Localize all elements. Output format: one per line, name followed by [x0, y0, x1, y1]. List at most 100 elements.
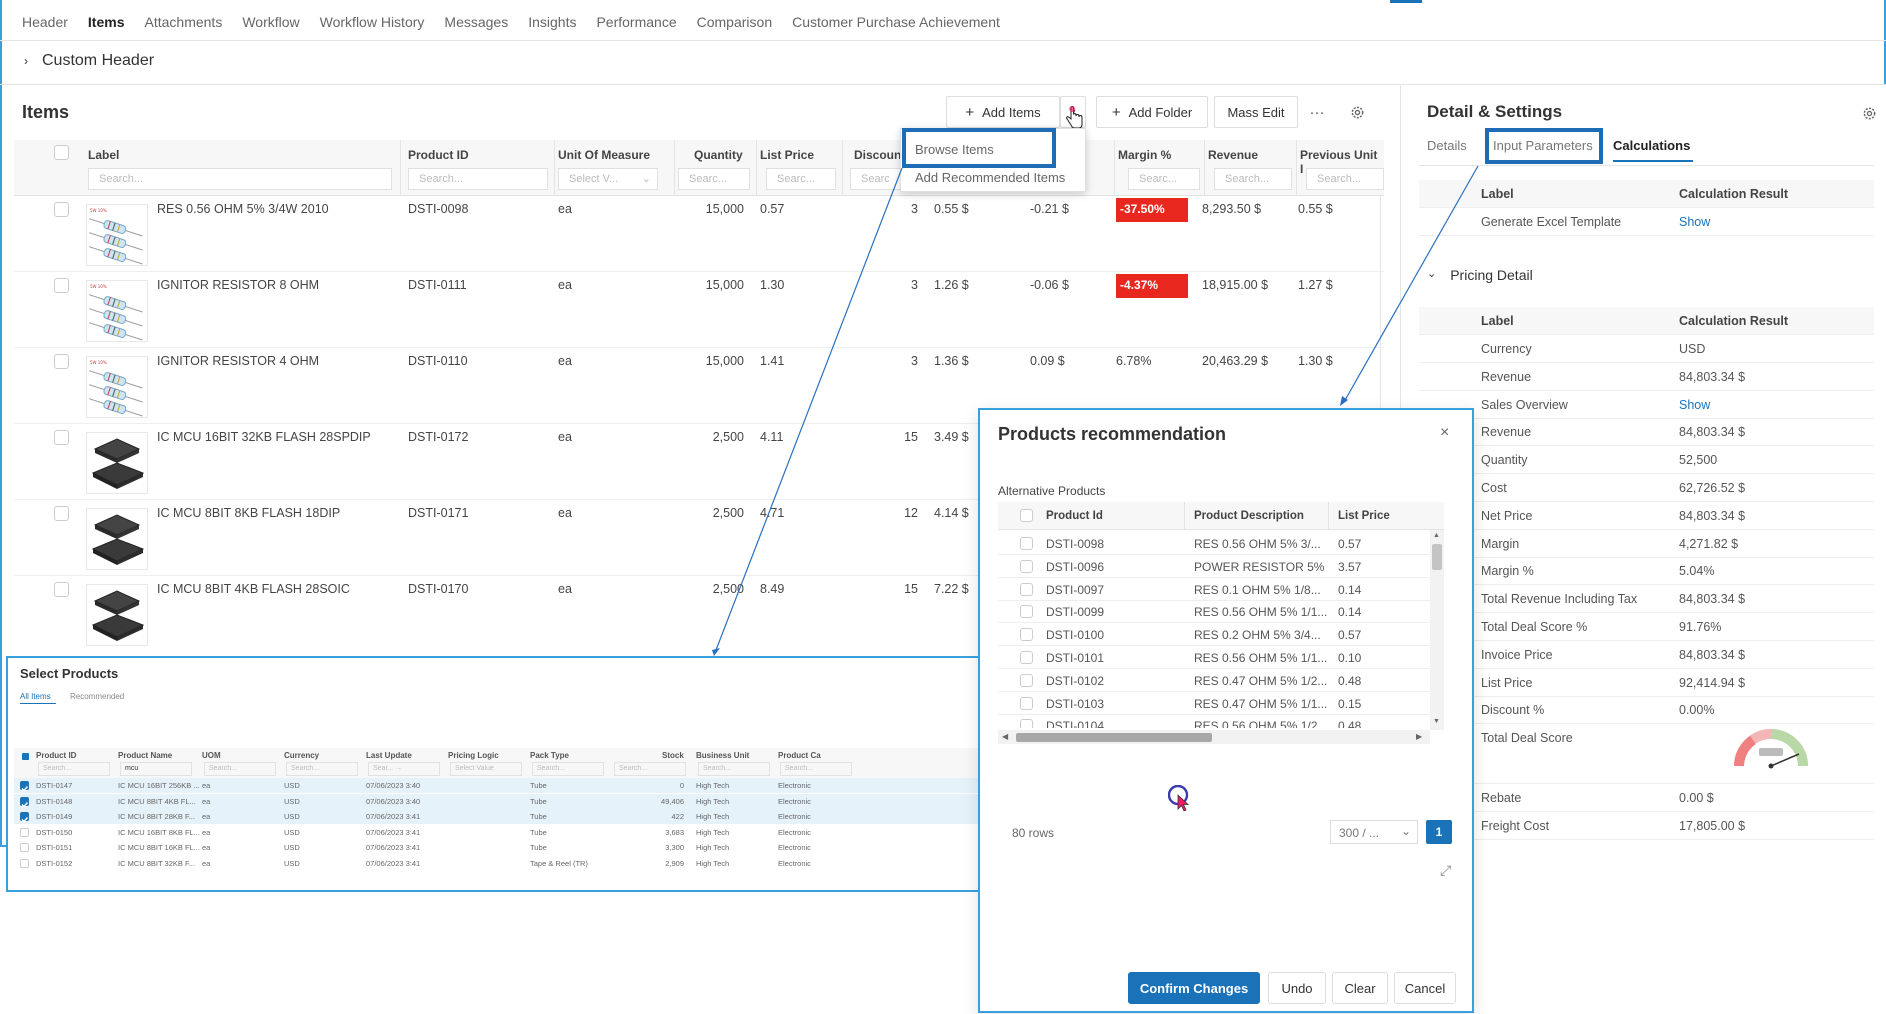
cell-date: 07/06/2023 3:41 — [366, 858, 421, 868]
row-checkbox[interactable] — [20, 843, 29, 852]
cell-date: 07/06/2023 3:41 — [366, 827, 421, 837]
clear-button[interactable]: Clear — [1332, 972, 1388, 1004]
filter-input[interactable]: Search... — [698, 762, 770, 776]
row-checkbox[interactable] — [20, 781, 29, 792]
undo-button[interactable]: Undo — [1268, 972, 1326, 1004]
col-header[interactable]: Product Name — [118, 751, 172, 760]
alternative-product-row[interactable]: DSTI-0103 RES 0.47 OHM 5% 1/1... 0.15 — [998, 692, 1430, 715]
cell-uom: ea — [202, 858, 211, 868]
modal-title: Products recommendation — [998, 424, 1227, 444]
select-all-checkbox[interactable] — [22, 753, 29, 760]
tab-all-items[interactable]: All Items — [20, 692, 51, 701]
alternative-product-row[interactable]: DSTI-0099 RES 0.56 OHM 5% 1/1... 0.14 — [998, 600, 1430, 624]
row-checkbox[interactable] — [20, 858, 29, 868]
row-checkbox[interactable] — [1020, 696, 1033, 710]
scroll-up-icon[interactable]: ▲ — [1433, 532, 1440, 539]
product-id: DSTI-0103 — [1046, 696, 1105, 711]
filter-input[interactable]: Search... — [532, 762, 604, 776]
filter-input[interactable]: Search... — [780, 762, 852, 776]
product-description: RES 0.56 OHM 5% 1/1... — [1194, 651, 1328, 665]
cell-bu: High Tech — [696, 858, 730, 868]
alternative-product-row[interactable]: DSTI-0100 RES 0.2 OHM 5% 3/4... 0.57 — [998, 623, 1430, 647]
cell-bu: High Tech — [696, 812, 730, 821]
product-id: DSTI-0097 — [1046, 582, 1105, 597]
filter-input[interactable]: mcu — [120, 762, 192, 776]
horizontal-scrollbar[interactable]: ◀ ▶ — [998, 730, 1430, 744]
alternative-product-row[interactable]: DSTI-0098 RES 0.56 OHM 5% 3/... 0.57 — [998, 532, 1430, 555]
row-checkbox[interactable] — [20, 796, 29, 808]
row-checkbox[interactable] — [1020, 559, 1033, 573]
col-header[interactable]: Product ID — [36, 751, 76, 760]
alternative-product-row[interactable]: DSTI-0104 RES 0.56 OHM 5% 1/2... 0.48 — [998, 714, 1430, 728]
confirm-changes-button[interactable]: Confirm Changes — [1128, 972, 1260, 1004]
row-checkbox[interactable] — [1020, 651, 1033, 664]
scrollbar-thumb[interactable] — [1016, 733, 1212, 742]
expand-icon[interactable]: ⤢ — [1440, 862, 1451, 879]
row-checkbox[interactable] — [1020, 628, 1033, 642]
col-header[interactable]: Stock — [662, 751, 684, 760]
filter-input[interactable]: Sear... → — [368, 762, 440, 776]
col-header[interactable]: Product Id — [1046, 510, 1103, 522]
filter-input[interactable]: Search... — [286, 762, 358, 776]
product-id: DSTI-0098 — [1046, 537, 1105, 551]
row-checkbox[interactable] — [1020, 537, 1033, 550]
page-1-button[interactable]: 1 — [1426, 820, 1452, 844]
product-id: DSTI-0102 — [1046, 673, 1105, 688]
list-price: 0.14 — [1338, 605, 1362, 620]
row-checkbox[interactable] — [20, 812, 29, 823]
row-checkbox[interactable] — [20, 827, 29, 837]
page-size-value: 300 / ... — [1339, 826, 1380, 840]
col-header[interactable]: UOM — [202, 751, 221, 760]
alternative-product-row[interactable]: DSTI-0101 RES 0.56 OHM 5% 1/1... 0.10 — [998, 646, 1430, 669]
product-id: DSTI-0101 — [1046, 651, 1105, 665]
cell-cat: Electronic — [778, 858, 811, 868]
col-header[interactable]: Business Unit — [696, 751, 749, 760]
scrollbar-thumb[interactable] — [1432, 544, 1442, 570]
page-size-select[interactable]: 300 / ... ⌄ — [1330, 820, 1418, 844]
cell-cur: USD — [284, 827, 300, 837]
col-header[interactable]: Currency — [284, 751, 319, 760]
col-header[interactable]: Pack Type — [530, 751, 569, 760]
tab-recommended[interactable]: Recommended — [70, 692, 124, 701]
alternative-product-row[interactable]: DSTI-0102 RES 0.47 OHM 5% 1/2... 0.48 — [998, 669, 1430, 692]
filter-input[interactable]: Select Value — [450, 762, 522, 776]
cancel-button[interactable]: Cancel — [1394, 972, 1456, 1004]
cell-uom: ea — [202, 812, 211, 821]
cell-name: IC MCU 16BIT 8KB FL... — [118, 827, 200, 837]
cell-uom: ea — [202, 827, 211, 837]
connector-line — [1343, 165, 1479, 403]
cell-name: IC MCU 8BIT 4KB FL... — [118, 796, 196, 806]
cell-name: IC MCU 8BIT 32KB F... — [118, 858, 195, 868]
col-header[interactable]: Product Description — [1194, 510, 1304, 522]
filter-input[interactable]: Search... — [614, 762, 686, 776]
col-header[interactable]: List Price — [1338, 510, 1390, 522]
select-products-panel: Select Products All Items Recommended Pr… — [6, 656, 1066, 892]
list-price: 0.48 — [1338, 673, 1362, 688]
cell-uom: ea — [202, 843, 211, 852]
product-description: RES 0.56 OHM 5% 3/... — [1194, 537, 1321, 551]
scroll-left-icon[interactable]: ◀ — [1002, 732, 1008, 741]
alternative-product-row[interactable]: DSTI-0097 RES 0.1 OHM 5% 1/8... 0.14 — [998, 578, 1430, 601]
filter-input[interactable]: Search... — [204, 762, 276, 776]
cell-pack: Tube — [530, 843, 547, 852]
col-header[interactable]: Product Ca — [778, 751, 821, 760]
cell-cat: Electronic — [778, 812, 811, 821]
col-header[interactable]: Pricing Logic — [448, 751, 499, 760]
cell-id: DSTI-0147 — [36, 781, 73, 790]
product-description: POWER RESISTOR 5% — [1194, 559, 1325, 574]
close-icon[interactable]: × — [1440, 424, 1449, 442]
filter-input[interactable]: Search... — [38, 762, 110, 776]
cell-stock: 49,406 — [661, 796, 684, 806]
cell-bu: High Tech — [696, 796, 730, 806]
alternative-product-row[interactable]: DSTI-0096 POWER RESISTOR 5% 3.57 — [998, 555, 1430, 578]
row-checkbox[interactable] — [1020, 582, 1033, 596]
row-checkbox[interactable] — [1020, 719, 1033, 728]
cell-cur: USD — [284, 843, 300, 852]
row-checkbox[interactable] — [1020, 605, 1033, 619]
vertical-scrollbar[interactable]: ▲ ▼ — [1430, 530, 1444, 730]
row-checkbox[interactable] — [1020, 673, 1033, 687]
col-header[interactable]: Last Update — [366, 751, 412, 760]
scroll-right-icon[interactable]: ▶ — [1416, 732, 1422, 741]
scroll-down-icon[interactable]: ▼ — [1433, 718, 1440, 725]
select-all-checkbox[interactable] — [1020, 509, 1033, 522]
